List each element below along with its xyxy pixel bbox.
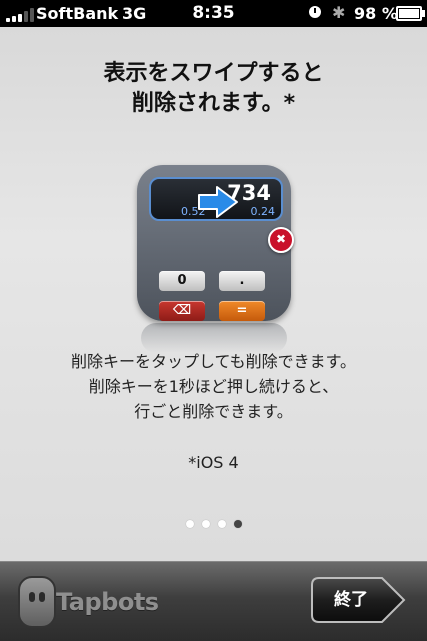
page-dot-4[interactable] — [233, 520, 242, 528]
logo-text: Tapbots — [56, 588, 159, 616]
calculator-illustration: 734 0.52 0.24 0 . ⌫ = ✖ — [137, 165, 294, 353]
bottom-bar: Tapbots 終了 — [0, 561, 427, 641]
page-indicator[interactable] — [0, 520, 427, 528]
tutorial-panel[interactable]: 表示をスワイプすると 削除されます。* 734 0.52 0.24 0 . ⌫ … — [0, 27, 427, 561]
battery-percent: 98 % — [354, 4, 398, 23]
alarm-icon — [309, 6, 321, 18]
robot-logo-icon — [18, 576, 56, 628]
tutorial-title: 表示をスワイプすると 削除されます。* — [0, 59, 427, 119]
tutorial-description: 削除キーをタップしても削除できます。 削除キーを1秒ほど押し続けると、 行ごと削… — [0, 349, 427, 424]
title-line-2: 削除されます。* — [131, 91, 296, 116]
tapbots-logo: Tapbots — [18, 576, 159, 628]
key-delete: ⌫ — [159, 301, 205, 321]
ios-note: *iOS 4 — [188, 453, 239, 472]
key-dot: . — [219, 271, 265, 291]
key-zero: 0 — [159, 271, 205, 291]
close-icon: ✖ — [268, 227, 294, 253]
finish-button-label: 終了 — [334, 590, 368, 610]
description-line-1: 削除キーをタップしても削除できます。 — [70, 352, 357, 371]
right-arrow-icon — [198, 186, 238, 218]
backspace-icon: ⌫ — [172, 303, 192, 318]
status-bar: SoftBank 3G 8:35 ✱ 98 % — [0, 0, 427, 27]
title-line-1: 表示をスワイプすると — [103, 61, 324, 86]
page-dot-1[interactable] — [185, 520, 194, 528]
description-line-3: 行ごと削除できます。 — [134, 402, 293, 421]
page-dot-3[interactable] — [217, 520, 226, 528]
description-line-2: 削除キーを1秒ほど押し続けると、 — [88, 377, 339, 396]
bluetooth-icon: ✱ — [332, 3, 346, 22]
page-dot-2[interactable] — [201, 520, 210, 528]
display-small-right: 0.24 — [250, 205, 276, 218]
key-equals: = — [219, 301, 265, 321]
battery-icon — [396, 6, 425, 21]
finish-button[interactable]: 終了 — [310, 576, 406, 624]
